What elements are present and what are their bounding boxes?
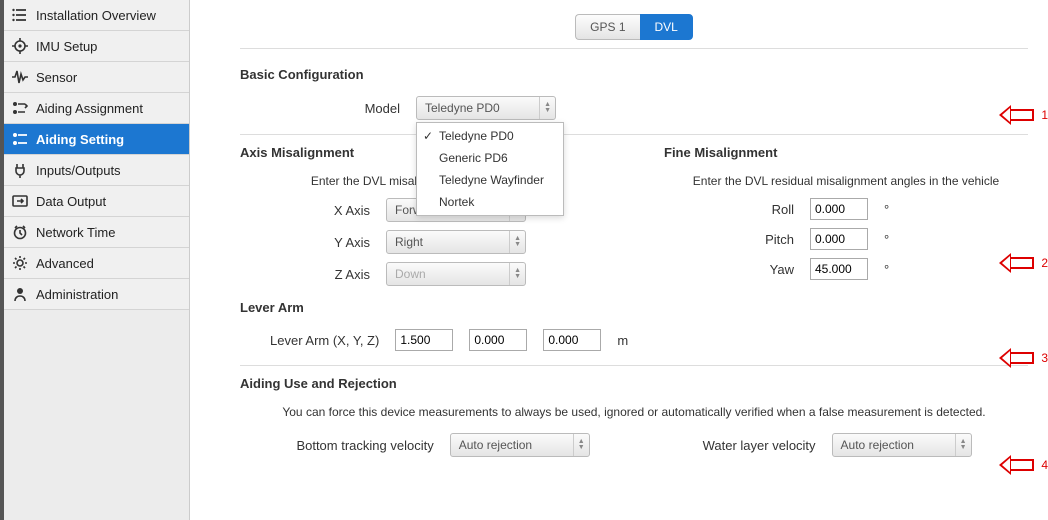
model-option[interactable]: Teledyne PD0 xyxy=(417,125,563,147)
output-icon xyxy=(12,193,28,209)
bottom-value: Auto rejection xyxy=(459,438,532,452)
sidebar-item-label: Network Time xyxy=(36,225,115,240)
model-label: Model xyxy=(270,101,400,116)
tab-gps1[interactable]: GPS 1 xyxy=(575,14,639,40)
zaxis-value: Down xyxy=(395,267,426,281)
annotation-number: 2 xyxy=(1041,256,1048,270)
annotation-number: 1 xyxy=(1041,108,1048,122)
pitch-input[interactable] xyxy=(810,228,868,250)
plug-icon xyxy=(12,162,28,178)
rejection-hint: You can force this device measurements t… xyxy=(240,405,1028,419)
divider xyxy=(240,134,1028,135)
unit-label: ° xyxy=(884,262,889,277)
sidebar-item-aiding-assignment[interactable]: Aiding Assignment xyxy=(4,93,189,124)
section-rejection-title: Aiding Use and Rejection xyxy=(240,376,1028,391)
model-dropdown: Teledyne PD0 Generic PD6 Teledyne Wayfin… xyxy=(416,122,564,216)
unit-label: m xyxy=(617,333,628,348)
xaxis-label: X Axis xyxy=(240,203,370,218)
target-icon xyxy=(12,38,28,54)
annotation-number: 3 xyxy=(1041,351,1048,365)
sidebar-item-label: Administration xyxy=(36,287,118,302)
water-select[interactable]: Auto rejection ▲▼ xyxy=(832,433,972,457)
arrow-left-icon xyxy=(999,253,1039,273)
annotation-arrow: 3 xyxy=(999,348,1048,368)
clock-icon xyxy=(12,224,28,240)
lever-x-input[interactable] xyxy=(395,329,453,351)
sidebar-item-label: Aiding Assignment xyxy=(36,101,143,116)
sidebar-item-installation-overview[interactable]: Installation Overview xyxy=(4,0,189,31)
water-label: Water layer velocity xyxy=(703,438,816,453)
model-option[interactable]: Generic PD6 xyxy=(417,147,563,169)
zaxis-label: Z Axis xyxy=(240,267,370,282)
zaxis-select: Down ▲▼ xyxy=(386,262,526,286)
section-basic-title: Basic Configuration xyxy=(240,67,1028,82)
unit-label: ° xyxy=(884,232,889,247)
model-option[interactable]: Teledyne Wayfinder xyxy=(417,169,563,191)
bottom-select[interactable]: Auto rejection ▲▼ xyxy=(450,433,590,457)
sidebar-item-inputs-outputs[interactable]: Inputs/Outputs xyxy=(4,155,189,186)
gear-icon xyxy=(12,255,28,271)
roll-label: Roll xyxy=(664,202,794,217)
stepper-arrows-icon: ▲▼ xyxy=(509,231,521,253)
stepper-arrows-icon: ▲▼ xyxy=(573,434,585,456)
tab-dvl[interactable]: DVL xyxy=(640,14,693,40)
pitch-label: Pitch xyxy=(664,232,794,247)
yaxis-value: Right xyxy=(395,235,423,249)
sidebar: Installation Overview IMU Setup Sensor A… xyxy=(0,0,190,520)
yaxis-label: Y Axis xyxy=(240,235,370,250)
annotation-arrow: 1 xyxy=(999,105,1048,125)
section-lever-title: Lever Arm xyxy=(240,300,1028,315)
annotation-arrow: 2 xyxy=(999,253,1048,273)
lever-y-input[interactable] xyxy=(469,329,527,351)
annotation-arrow: 4 xyxy=(999,455,1048,475)
sidebar-item-label: Inputs/Outputs xyxy=(36,163,121,178)
sidebar-item-label: IMU Setup xyxy=(36,39,97,54)
assign-icon xyxy=(12,100,28,116)
settings-icon xyxy=(12,131,28,147)
sidebar-item-data-output[interactable]: Data Output xyxy=(4,186,189,217)
water-value: Auto rejection xyxy=(841,438,914,452)
section-fine-title: Fine Misalignment xyxy=(664,145,1028,160)
lever-label: Lever Arm (X, Y, Z) xyxy=(270,333,379,348)
sidebar-item-label: Data Output xyxy=(36,194,106,209)
unit-label: ° xyxy=(884,202,889,217)
fine-hint: Enter the DVL residual misalignment angl… xyxy=(664,174,1028,188)
admin-icon xyxy=(12,286,28,302)
bottom-label: Bottom tracking velocity xyxy=(296,438,433,453)
tab-bar: GPS 1 DVL xyxy=(240,0,1028,48)
main-panel: GPS 1 DVL Basic Configuration Model Tele… xyxy=(190,0,1048,520)
sidebar-item-label: Aiding Setting xyxy=(36,132,124,147)
stepper-arrows-icon: ▲▼ xyxy=(539,97,551,119)
model-select[interactable]: Teledyne PD0 ▲▼ Teledyne PD0 Generic PD6… xyxy=(416,96,556,120)
model-option[interactable]: Nortek xyxy=(417,191,563,213)
stepper-arrows-icon: ▲▼ xyxy=(955,434,967,456)
yaxis-select[interactable]: Right ▲▼ xyxy=(386,230,526,254)
sidebar-item-label: Advanced xyxy=(36,256,94,271)
sidebar-item-sensor[interactable]: Sensor xyxy=(4,62,189,93)
divider xyxy=(240,365,1028,366)
sidebar-item-imu-setup[interactable]: IMU Setup xyxy=(4,31,189,62)
sidebar-item-network-time[interactable]: Network Time xyxy=(4,217,189,248)
annotation-number: 4 xyxy=(1041,458,1048,472)
arrow-left-icon xyxy=(999,105,1039,125)
sidebar-item-label: Installation Overview xyxy=(36,8,156,23)
sidebar-item-label: Sensor xyxy=(36,70,77,85)
arrow-left-icon xyxy=(999,455,1039,475)
list-icon xyxy=(12,7,28,23)
model-select-value: Teledyne PD0 xyxy=(425,101,500,115)
stepper-arrows-icon: ▲▼ xyxy=(509,263,521,285)
sidebar-item-advanced[interactable]: Advanced xyxy=(4,248,189,279)
arrow-left-icon xyxy=(999,348,1039,368)
roll-input[interactable] xyxy=(810,198,868,220)
sidebar-item-aiding-setting[interactable]: Aiding Setting xyxy=(4,124,189,155)
yaw-input[interactable] xyxy=(810,258,868,280)
sidebar-item-administration[interactable]: Administration xyxy=(4,279,189,310)
wave-icon xyxy=(12,69,28,85)
lever-z-input[interactable] xyxy=(543,329,601,351)
yaw-label: Yaw xyxy=(664,262,794,277)
